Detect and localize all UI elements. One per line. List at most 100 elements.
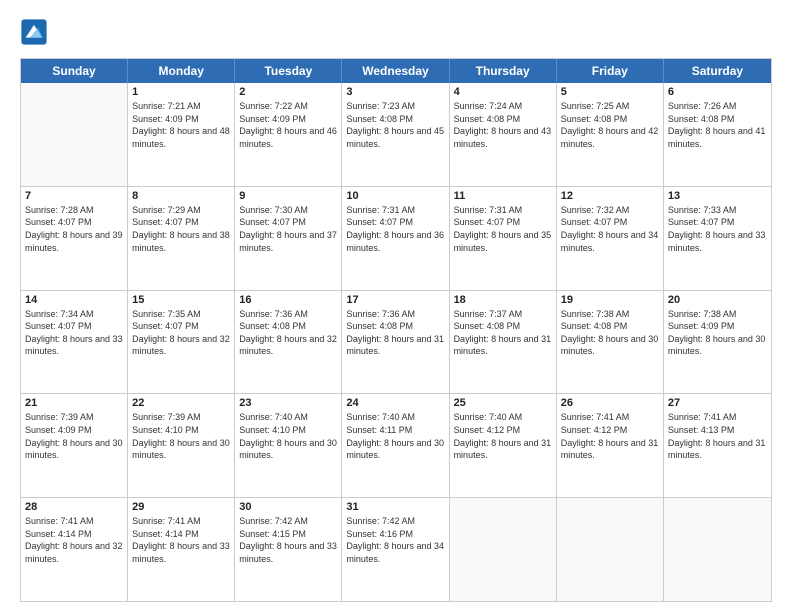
day-number: 19 — [561, 294, 659, 306]
cell-info: Sunrise: 7:24 AMSunset: 4:08 PMDaylight:… — [454, 100, 552, 150]
cal-cell: 13 Sunrise: 7:33 AMSunset: 4:07 PMDayligh… — [664, 187, 771, 290]
cal-cell: 14Sunrise: 7:34 AMSunset: 4:07 PMDayligh… — [21, 291, 128, 394]
header — [20, 18, 772, 46]
cal-header-day: Saturday — [664, 59, 771, 83]
day-number: 20 — [668, 294, 767, 306]
day-number: 15 — [132, 294, 230, 306]
cell-info: Sunrise: 7:23 AMSunset: 4:08 PMDaylight:… — [346, 100, 444, 150]
day-number: 12 — [561, 190, 659, 202]
day-number: 23 — [239, 397, 337, 409]
cal-header-day: Wednesday — [342, 59, 449, 83]
calendar: SundayMondayTuesdayWednesdayThursdayFrid… — [20, 58, 772, 602]
cal-cell: 2 Sunrise: 7:22 AMSunset: 4:09 PMDaylight… — [235, 83, 342, 186]
day-number: 9 — [239, 190, 337, 202]
cal-header-day: Friday — [557, 59, 664, 83]
cell-info: Sunrise: 7:41 AMSunset: 4:14 PMDaylight:… — [25, 515, 123, 565]
cell-info: Sunrise: 7:36 AMSunset: 4:08 PMDaylight:… — [239, 308, 337, 358]
day-number: 30 — [239, 501, 337, 513]
cal-header-day: Sunday — [21, 59, 128, 83]
cal-cell: 5 Sunrise: 7:25 AMSunset: 4:08 PMDaylight… — [557, 83, 664, 186]
cell-info: Sunrise: 7:42 AMSunset: 4:15 PMDaylight:… — [239, 515, 337, 565]
cal-cell: 18 Sunrise: 7:37 AMSunset: 4:08 PMDayligh… — [450, 291, 557, 394]
cal-cell: 20 Sunrise: 7:38 AMSunset: 4:09 PMDayligh… — [664, 291, 771, 394]
day-number: 26 — [561, 397, 659, 409]
day-number: 16 — [239, 294, 337, 306]
day-number: 11 — [454, 190, 552, 202]
cal-cell: 28 Sunrise: 7:41 AMSunset: 4:14 PMDayligh… — [21, 498, 128, 601]
day-number: 24 — [346, 397, 444, 409]
day-number: 28 — [25, 501, 123, 513]
cell-info: Sunrise: 7:30 AMSunset: 4:07 PMDaylight:… — [239, 204, 337, 254]
cal-cell: 15 Sunrise: 7:35 AMSunset: 4:07 PMDayligh… — [128, 291, 235, 394]
cal-header-day: Thursday — [450, 59, 557, 83]
page: SundayMondayTuesdayWednesdayThursdayFrid… — [0, 0, 792, 612]
day-number: 7 — [25, 190, 123, 202]
cal-cell: 8 Sunrise: 7:29 AMSunset: 4:07 PMDaylight… — [128, 187, 235, 290]
cell-info: Sunrise: 7:40 AMSunset: 4:11 PMDaylight:… — [346, 411, 444, 461]
cell-info: Sunrise: 7:41 AMSunset: 4:13 PMDaylight:… — [668, 411, 767, 461]
cell-info: Sunrise: 7:31 AMSunset: 4:07 PMDaylight:… — [346, 204, 444, 254]
day-number: 13 — [668, 190, 767, 202]
cal-cell: 7 Sunrise: 7:28 AMSunset: 4:07 PMDaylight… — [21, 187, 128, 290]
cell-info: Sunrise: 7:40 AMSunset: 4:10 PMDaylight:… — [239, 411, 337, 461]
cal-cell: 27Sunrise: 7:41 AMSunset: 4:13 PMDayligh… — [664, 394, 771, 497]
day-number: 22 — [132, 397, 230, 409]
day-number: 3 — [346, 86, 444, 98]
day-number: 10 — [346, 190, 444, 202]
cal-cell: 23 Sunrise: 7:40 AMSunset: 4:10 PMDayligh… — [235, 394, 342, 497]
day-number: 8 — [132, 190, 230, 202]
cell-info: Sunrise: 7:31 AMSunset: 4:07 PMDaylight:… — [454, 204, 552, 254]
cell-info: Sunrise: 7:39 AMSunset: 4:10 PMDaylight:… — [132, 411, 230, 461]
day-number: 17 — [346, 294, 444, 306]
day-number: 31 — [346, 501, 444, 513]
cal-cell: 11 Sunrise: 7:31 AMSunset: 4:07 PMDayligh… — [450, 187, 557, 290]
cal-cell — [664, 498, 771, 601]
cell-info: Sunrise: 7:32 AMSunset: 4:07 PMDaylight:… — [561, 204, 659, 254]
logo-icon — [20, 18, 48, 46]
cal-cell: 31 Sunrise: 7:42 AMSunset: 4:16 PMDayligh… — [342, 498, 449, 601]
cell-info: Sunrise: 7:38 AMSunset: 4:08 PMDaylight:… — [561, 308, 659, 358]
cal-cell — [450, 498, 557, 601]
cell-info: Sunrise: 7:35 AMSunset: 4:07 PMDaylight:… — [132, 308, 230, 358]
cell-info: Sunrise: 7:28 AMSunset: 4:07 PMDaylight:… — [25, 204, 123, 254]
day-number: 5 — [561, 86, 659, 98]
day-number: 25 — [454, 397, 552, 409]
day-number: 1 — [132, 86, 230, 98]
cal-cell — [557, 498, 664, 601]
calendar-body: 1 Sunrise: 7:21 AMSunset: 4:09 PMDaylight… — [21, 83, 771, 601]
cell-info: Sunrise: 7:41 AMSunset: 4:14 PMDaylight:… — [132, 515, 230, 565]
cell-info: Sunrise: 7:34 AMSunset: 4:07 PMDaylight:… — [25, 308, 123, 358]
cal-week-row: 7 Sunrise: 7:28 AMSunset: 4:07 PMDaylight… — [21, 187, 771, 291]
cal-week-row: 1 Sunrise: 7:21 AMSunset: 4:09 PMDaylight… — [21, 83, 771, 187]
cell-info: Sunrise: 7:41 AMSunset: 4:12 PMDaylight:… — [561, 411, 659, 461]
cell-info: Sunrise: 7:36 AMSunset: 4:08 PMDaylight:… — [346, 308, 444, 358]
cal-cell — [21, 83, 128, 186]
cal-week-row: 28 Sunrise: 7:41 AMSunset: 4:14 PMDayligh… — [21, 498, 771, 601]
cal-cell: 17 Sunrise: 7:36 AMSunset: 4:08 PMDayligh… — [342, 291, 449, 394]
day-number: 2 — [239, 86, 337, 98]
calendar-header: SundayMondayTuesdayWednesdayThursdayFrid… — [21, 59, 771, 83]
cell-info: Sunrise: 7:37 AMSunset: 4:08 PMDaylight:… — [454, 308, 552, 358]
cell-info: Sunrise: 7:22 AMSunset: 4:09 PMDaylight:… — [239, 100, 337, 150]
cell-info: Sunrise: 7:21 AMSunset: 4:09 PMDaylight:… — [132, 100, 230, 150]
cell-info: Sunrise: 7:29 AMSunset: 4:07 PMDaylight:… — [132, 204, 230, 254]
cal-cell: 9 Sunrise: 7:30 AMSunset: 4:07 PMDaylight… — [235, 187, 342, 290]
cal-cell: 10 Sunrise: 7:31 AMSunset: 4:07 PMDayligh… — [342, 187, 449, 290]
cal-header-day: Tuesday — [235, 59, 342, 83]
cal-cell: 29 Sunrise: 7:41 AMSunset: 4:14 PMDayligh… — [128, 498, 235, 601]
cell-info: Sunrise: 7:38 AMSunset: 4:09 PMDaylight:… — [668, 308, 767, 358]
day-number: 4 — [454, 86, 552, 98]
cal-cell: 6Sunrise: 7:26 AMSunset: 4:08 PMDaylight… — [664, 83, 771, 186]
cal-cell: 12 Sunrise: 7:32 AMSunset: 4:07 PMDayligh… — [557, 187, 664, 290]
cell-info: Sunrise: 7:25 AMSunset: 4:08 PMDaylight:… — [561, 100, 659, 150]
cell-info: Sunrise: 7:33 AMSunset: 4:07 PMDaylight:… — [668, 204, 767, 254]
cal-cell: 25 Sunrise: 7:40 AMSunset: 4:12 PMDayligh… — [450, 394, 557, 497]
cell-info: Sunrise: 7:42 AMSunset: 4:16 PMDaylight:… — [346, 515, 444, 565]
logo — [20, 18, 52, 46]
day-number: 18 — [454, 294, 552, 306]
cal-header-day: Monday — [128, 59, 235, 83]
day-number: 21 — [25, 397, 123, 409]
cell-info: Sunrise: 7:40 AMSunset: 4:12 PMDaylight:… — [454, 411, 552, 461]
cal-cell: 19 Sunrise: 7:38 AMSunset: 4:08 PMDayligh… — [557, 291, 664, 394]
day-number: 29 — [132, 501, 230, 513]
